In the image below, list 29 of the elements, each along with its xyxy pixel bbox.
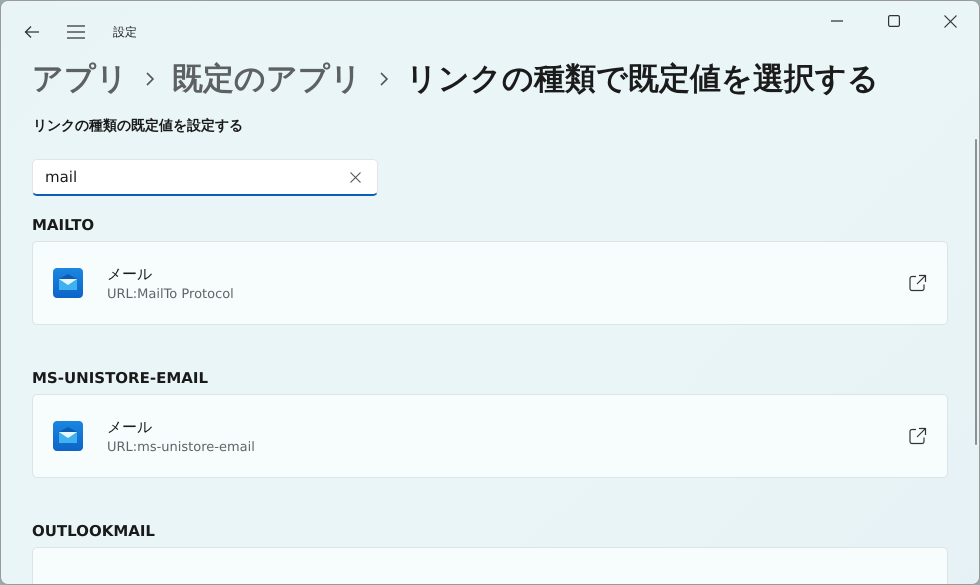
mail-app-icon — [53, 268, 83, 298]
breadcrumb-link[interactable]: アプリ — [32, 58, 128, 100]
clear-icon — [350, 172, 360, 182]
window-title: 設定 — [113, 24, 138, 40]
close-icon — [944, 14, 957, 28]
page-title: リンクの種類で既定値を選択する — [406, 60, 879, 99]
app-card[interactable]: メール URL:ms-unistore-email — [32, 394, 948, 478]
search-field[interactable]: mail — [32, 159, 378, 196]
app-description: URL:MailTo Protocol — [107, 286, 235, 302]
mail-app-icon — [53, 421, 83, 451]
chevron-icon — [146, 72, 154, 86]
chevron-icon — [380, 72, 388, 86]
app-description: URL:ms-unistore-email — [107, 440, 256, 454]
open-external-icon — [909, 427, 927, 445]
menu-icon — [67, 25, 85, 39]
section-heading: MAILTO — [32, 216, 96, 234]
app-card[interactable]: メール URL:MailTo Protocol — [32, 241, 948, 325]
open-external-icon — [909, 274, 927, 292]
section-heading: MS-UNISTORE-EMAIL — [32, 369, 210, 387]
app-name: メール — [107, 264, 153, 284]
minimize-icon — [830, 20, 842, 22]
search-input[interactable]: mail — [33, 168, 339, 186]
scrollbar[interactable] — [975, 139, 977, 445]
section-heading: OUTLOOKMAIL — [32, 522, 156, 540]
app-name: メール — [107, 418, 153, 436]
section-subtitle: リンクの種類の既定値を設定する — [33, 117, 244, 135]
back-arrow-icon — [24, 25, 40, 39]
maximize-icon — [888, 15, 900, 27]
breadcrumb-link[interactable]: 既定のアプリ — [172, 58, 362, 100]
